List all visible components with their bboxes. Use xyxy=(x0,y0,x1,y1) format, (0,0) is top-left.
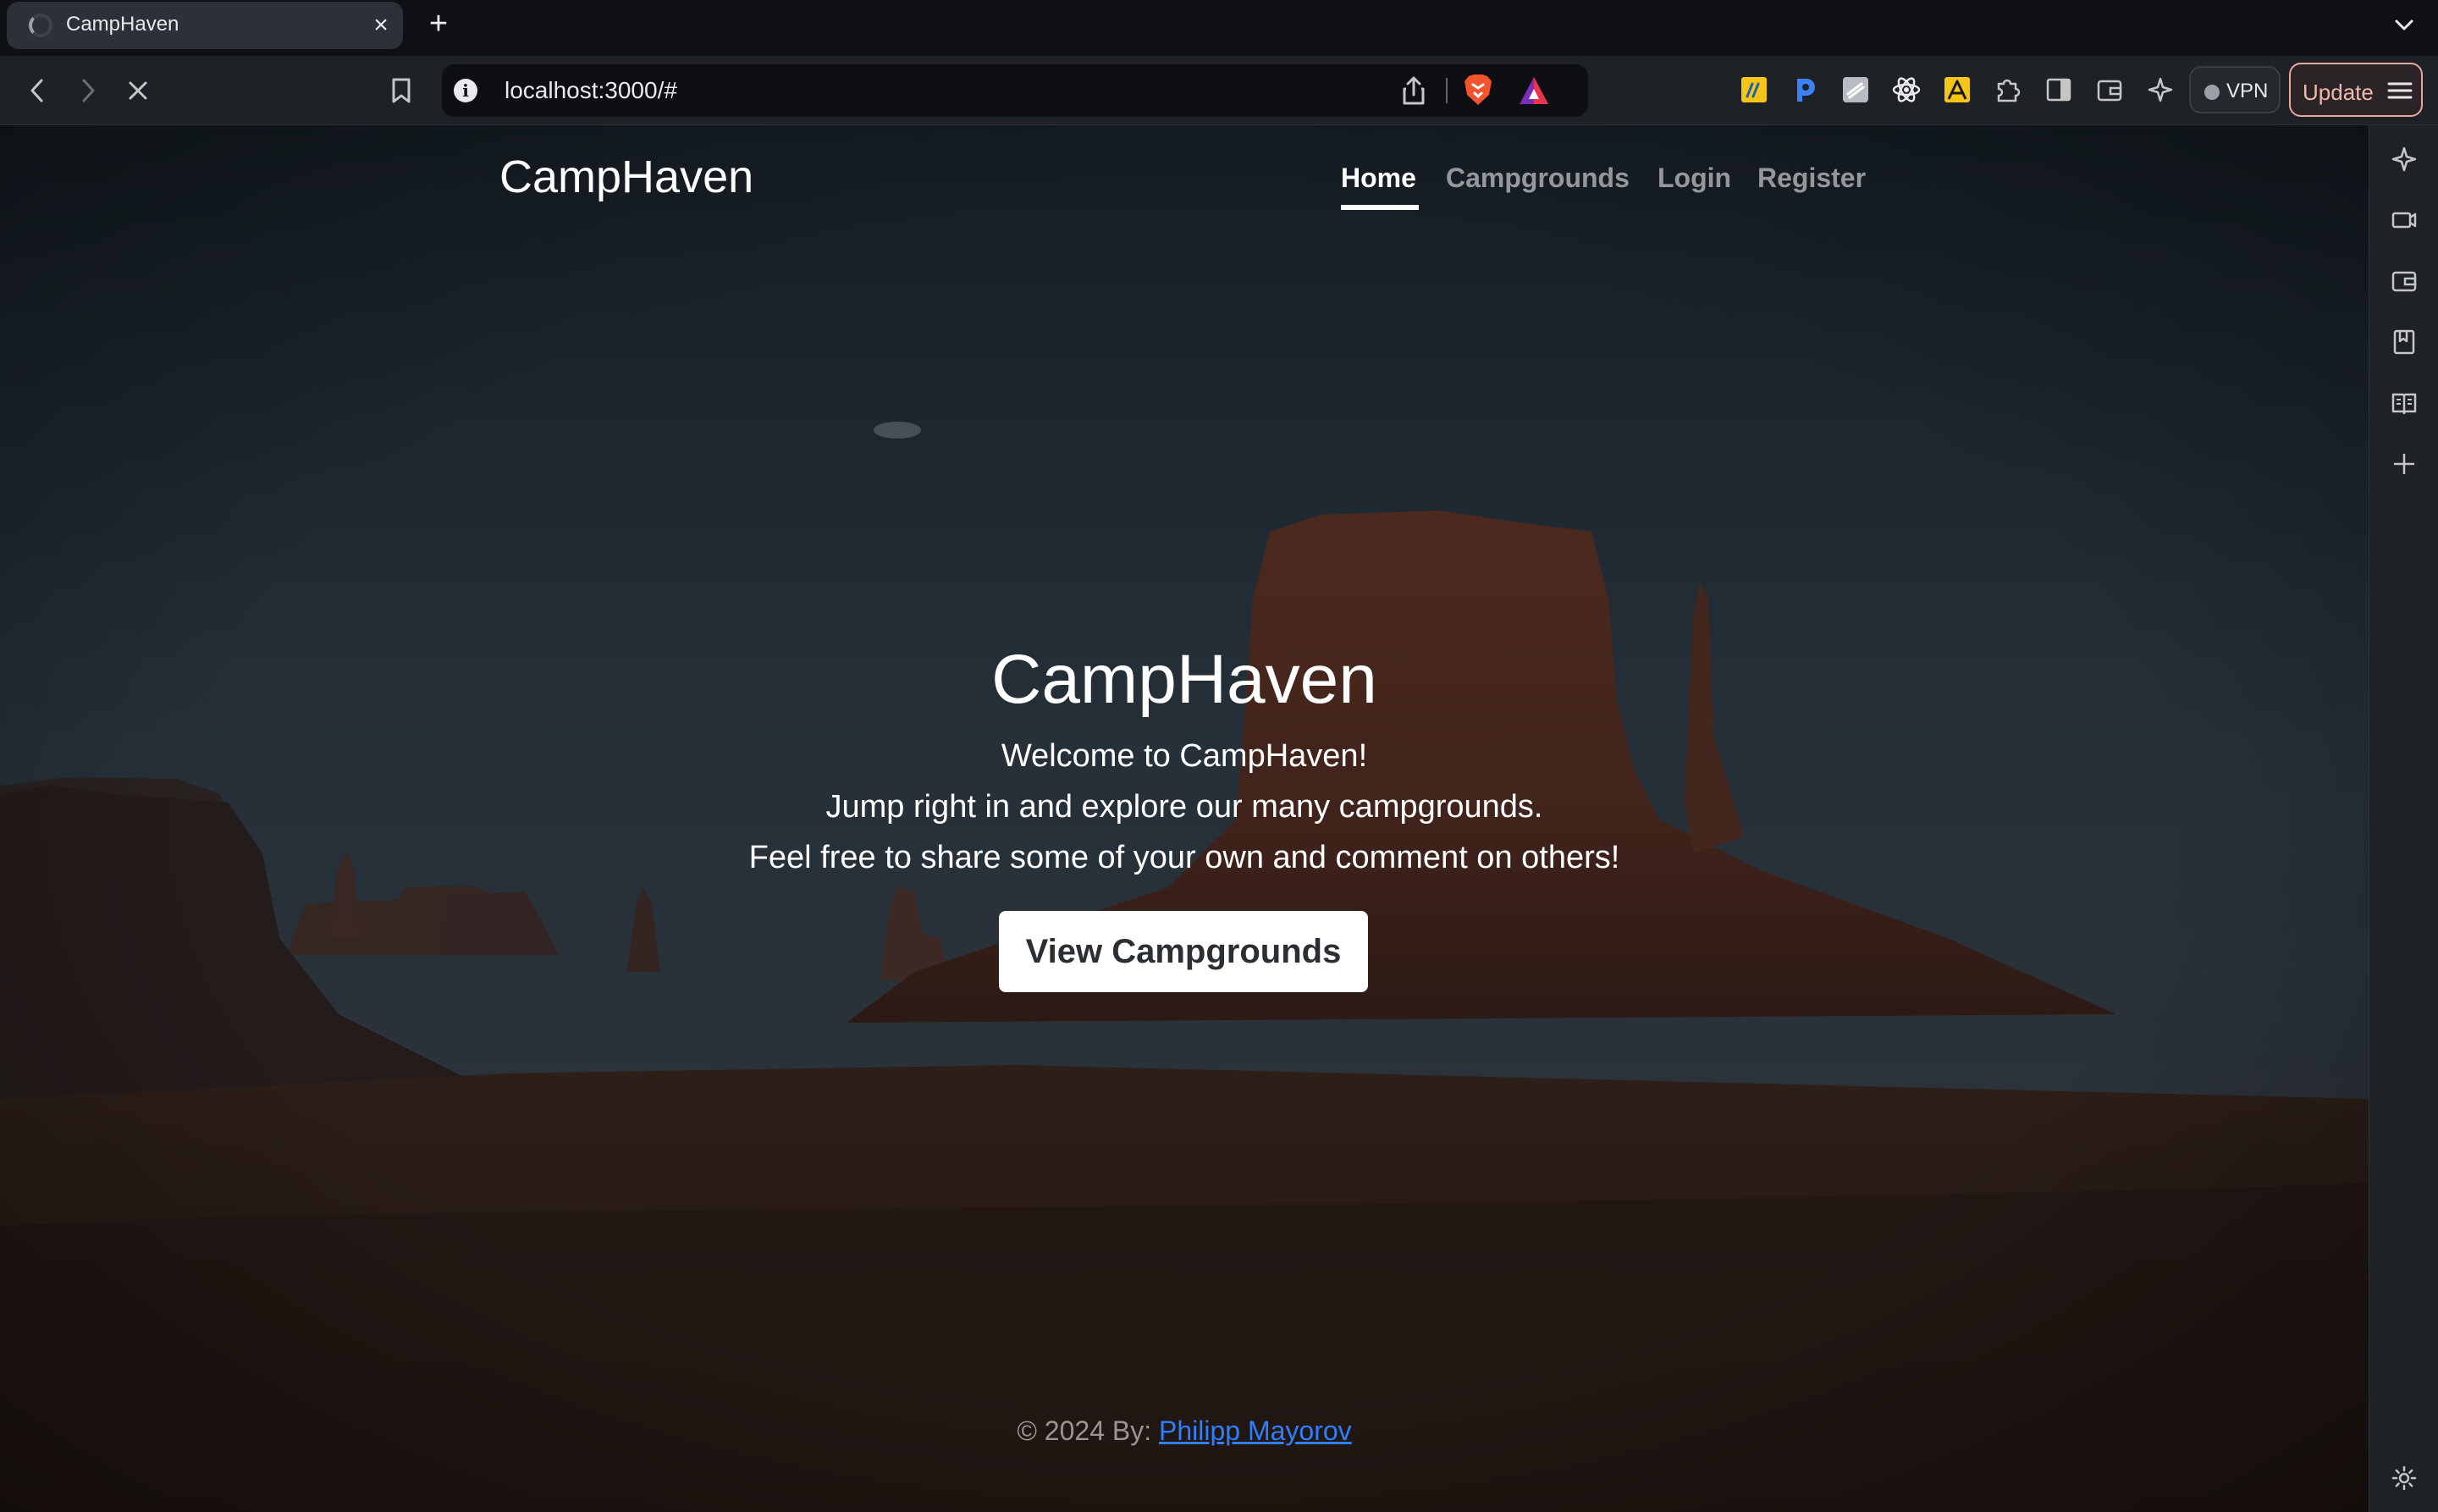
site-brand[interactable]: CampHaven xyxy=(499,151,753,203)
update-menu-button[interactable]: Update xyxy=(2289,63,2423,117)
brave-shields-icon[interactable] xyxy=(1463,73,1493,107)
nav-login[interactable]: Login xyxy=(1658,163,1731,194)
vpn-button[interactable]: VPN xyxy=(2189,66,2281,113)
page-viewport: CampHaven Home Campgrounds Login Registe… xyxy=(0,125,2369,1512)
update-label: Update xyxy=(2303,80,2374,105)
reading-list-icon[interactable] xyxy=(2387,386,2421,420)
hero-welcome-text: Welcome to CampHaven! xyxy=(1001,738,1368,774)
vpn-status-icon xyxy=(2204,85,2220,100)
vpn-label: VPN xyxy=(2226,80,2269,102)
url-text[interactable]: localhost:3000/# xyxy=(505,77,677,104)
talk-icon[interactable] xyxy=(2387,203,2421,237)
bookmark-icon[interactable] xyxy=(383,72,420,109)
back-arrow-icon[interactable] xyxy=(19,72,56,109)
sidebar-toggle-icon[interactable] xyxy=(2042,73,2076,107)
tab-strip: CampHaven × + xyxy=(0,0,2438,56)
stack-extension-icon[interactable] xyxy=(1839,73,1873,107)
author-link[interactable]: Philipp Mayorov xyxy=(1159,1415,1352,1446)
react-devtools-icon[interactable] xyxy=(1889,73,1923,107)
browser-sidebar xyxy=(2369,125,2438,1512)
wallet-icon[interactable] xyxy=(2093,73,2126,107)
loading-spinner-icon xyxy=(29,14,52,37)
stop-loading-icon[interactable] xyxy=(119,72,157,109)
footer-copyright: © 2024 By: xyxy=(1017,1415,1159,1446)
leo-ai-icon[interactable] xyxy=(2143,73,2177,107)
hamburger-menu-icon xyxy=(2387,81,2413,100)
hero-explore-text: Jump right in and explore our many campg… xyxy=(825,789,1543,825)
tab-close-icon[interactable]: × xyxy=(366,10,396,41)
tab-search-chevron-icon[interactable] xyxy=(2387,8,2421,42)
site-info-icon[interactable]: i xyxy=(454,79,477,102)
nav-home[interactable]: Home xyxy=(1341,163,1416,194)
brave-rewards-icon[interactable] xyxy=(1517,74,1551,107)
nav-active-indicator xyxy=(1341,205,1419,210)
leo-ai-icon[interactable] xyxy=(2387,142,2421,176)
settings-icon[interactable] xyxy=(2387,1461,2421,1495)
tampermonkey-icon[interactable] xyxy=(1940,73,1974,107)
hero-share-text: Feel free to share some of your own and … xyxy=(748,840,1620,875)
new-tab-icon[interactable]: + xyxy=(422,7,455,41)
browser-window: CampHaven × + i localhost:3000/# VPN Upd… xyxy=(0,0,2438,1512)
add-panel-icon[interactable] xyxy=(2387,447,2421,481)
hero-title: CampHaven xyxy=(991,641,1377,718)
view-campgrounds-button[interactable]: View Campgrounds xyxy=(999,911,1368,992)
wallet-icon[interactable] xyxy=(2387,264,2421,298)
address-divider xyxy=(1446,78,1448,103)
nav-campgrounds[interactable]: Campgrounds xyxy=(1446,163,1630,194)
note-extension-icon[interactable] xyxy=(1737,73,1771,107)
browser-toolbar: i localhost:3000/# VPN Update xyxy=(0,56,2438,125)
address-bar[interactable]: i localhost:3000/# xyxy=(442,64,1588,117)
puzzle-extensions-icon[interactable] xyxy=(1991,73,2025,107)
page-footer: © 2024 By: Philipp Mayorov xyxy=(0,1415,2369,1447)
browser-tab[interactable]: CampHaven × xyxy=(7,2,403,49)
tab-title: CampHaven xyxy=(66,13,179,36)
nav-register[interactable]: Register xyxy=(1757,163,1866,194)
share-icon[interactable] xyxy=(1398,74,1429,107)
bookmarks-icon[interactable] xyxy=(2387,325,2421,359)
p-extension-icon[interactable] xyxy=(1788,73,1822,107)
forward-arrow-icon[interactable] xyxy=(69,72,107,109)
